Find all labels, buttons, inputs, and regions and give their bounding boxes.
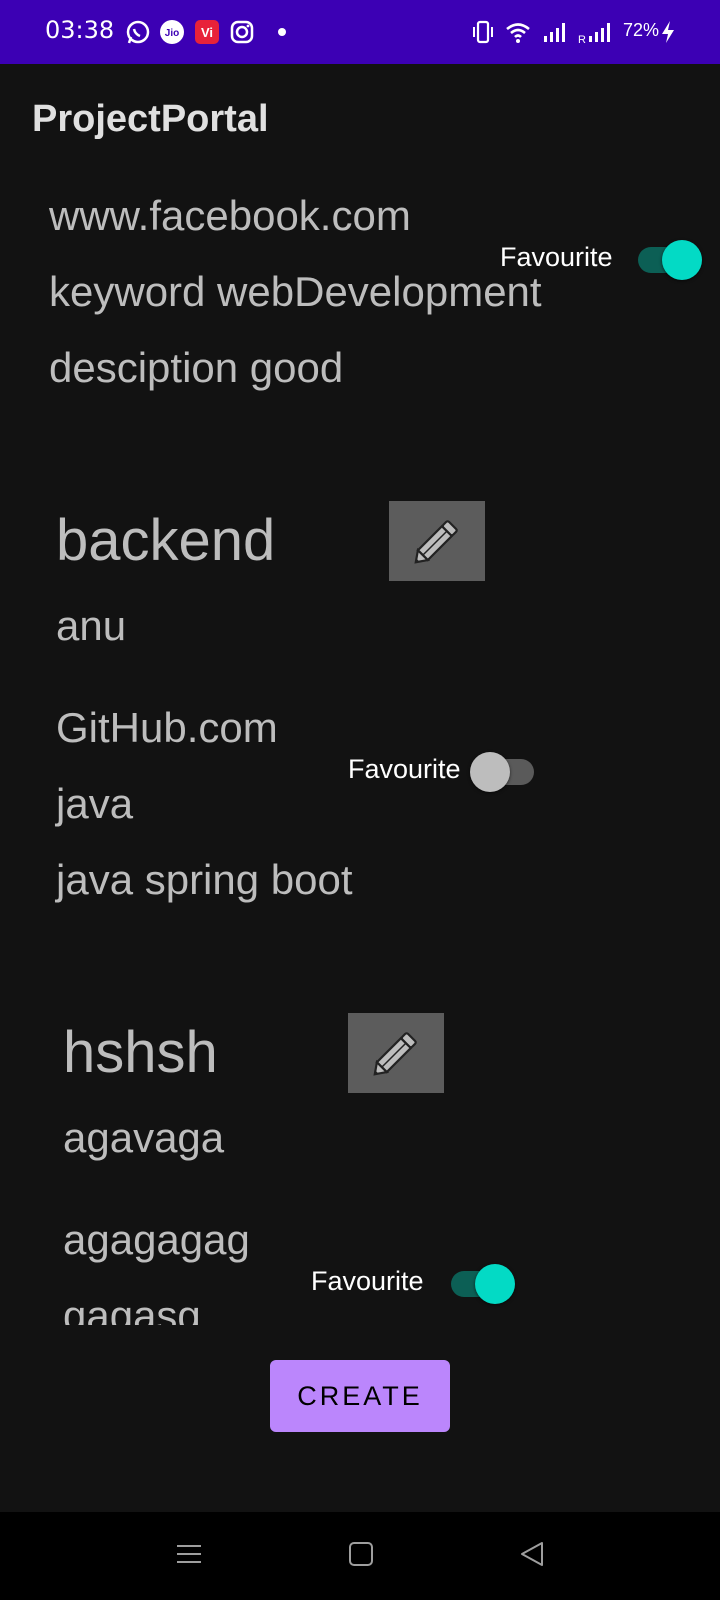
navigation-bar	[0, 1512, 720, 1600]
vibrate-icon	[473, 20, 493, 44]
jio-icon: Jio	[160, 20, 184, 44]
project-author: anu	[56, 602, 127, 649]
vi-icon: Vi	[195, 20, 219, 44]
pencil-icon	[373, 1032, 417, 1076]
status-time: 03:38	[45, 16, 115, 44]
create-button[interactable]: CREATE	[270, 1360, 450, 1432]
favourite-switch[interactable]	[470, 751, 536, 792]
edit-button[interactable]	[348, 1013, 444, 1093]
home-icon[interactable]	[347, 1540, 375, 1568]
wifi-icon	[506, 23, 530, 43]
favourite-switch[interactable]	[636, 239, 702, 280]
whatsapp-icon	[126, 20, 150, 44]
project-name: hshsh	[63, 1020, 218, 1085]
signal-icon	[544, 23, 565, 42]
roaming-signal-icon: R	[578, 23, 610, 45]
back-icon[interactable]	[518, 1540, 546, 1568]
svg-text:R: R	[578, 34, 586, 45]
project-name: backend	[56, 508, 276, 573]
favourite-label: Favourite	[348, 754, 461, 784]
edit-button[interactable]	[389, 501, 485, 581]
project-keyword: gagasg	[63, 1292, 201, 1325]
app-title: ProjectPortal	[32, 98, 269, 140]
project-author: agavaga	[63, 1114, 225, 1161]
project-list[interactable]: www.facebook.com keyword webDevelopment …	[0, 180, 720, 1325]
menu-icon[interactable]	[175, 1540, 203, 1568]
project-link: GitHub.com	[56, 704, 278, 751]
project-link: agagagag	[63, 1216, 250, 1263]
project-link: www.facebook.com	[49, 192, 411, 239]
instagram-icon	[230, 20, 254, 44]
pencil-icon	[414, 520, 458, 564]
project-keyword: keyword webDevelopment	[49, 268, 542, 315]
notification-dot-icon	[278, 28, 286, 36]
svg-text:Vi: Vi	[201, 25, 213, 40]
status-bar: 03:38 Jio Vi R 72%	[0, 0, 720, 64]
project-description: java spring boot	[56, 856, 353, 903]
favourite-label: Favourite	[311, 1266, 424, 1296]
project-description: desciption good	[49, 344, 344, 391]
favourite-switch[interactable]	[449, 1263, 515, 1304]
svg-text:Jio: Jio	[165, 28, 179, 39]
battery-level: 72%	[623, 20, 660, 40]
charging-icon	[662, 21, 674, 43]
favourite-label: Favourite	[500, 242, 613, 272]
project-keyword: java	[56, 780, 134, 827]
